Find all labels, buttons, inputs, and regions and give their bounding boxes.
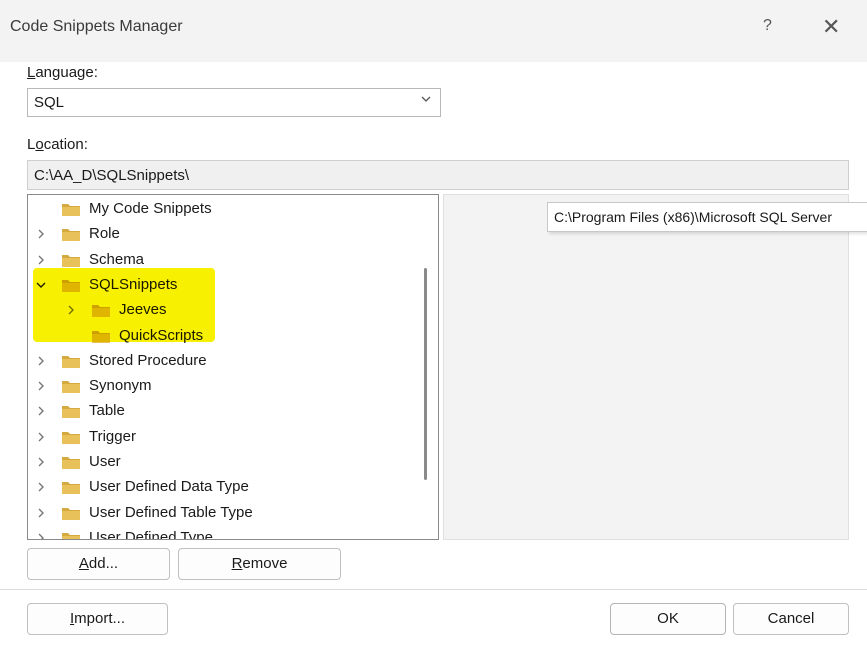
location-label: Location:	[27, 136, 88, 153]
folder-icon	[62, 532, 80, 539]
tree-item[interactable]: Table	[28, 399, 408, 423]
folder-open-icon	[62, 279, 80, 292]
tree-item[interactable]: User Defined Type	[28, 526, 408, 540]
tree-item[interactable]: Synonym	[28, 374, 408, 398]
folder-icon	[62, 431, 80, 444]
tree-item-label: User Defined Table Type	[89, 503, 253, 521]
tree-item[interactable]: User Defined Data Type	[28, 475, 408, 499]
tree-item-label: Table	[89, 402, 125, 420]
chevron-right-icon[interactable]	[35, 456, 47, 468]
chevron-right-icon[interactable]	[35, 532, 47, 540]
tree-item-label: User	[89, 453, 121, 470]
folder-icon	[62, 482, 80, 495]
tree-item[interactable]: Stored Procedure	[28, 349, 408, 373]
folder-icon	[92, 305, 110, 318]
remove-button[interactable]: Remove	[178, 548, 341, 580]
tree-item-label: Jeeves	[119, 301, 167, 319]
description-pane	[443, 194, 849, 540]
tree-item-label: User Defined Data Type	[89, 478, 249, 496]
folder-icon	[62, 254, 80, 267]
folder-icon	[62, 457, 80, 469]
tree-item-label: Synonym	[89, 377, 152, 395]
tree-item-label: User Defined Type	[89, 528, 213, 540]
folder-icon	[62, 507, 80, 520]
tree-item-label: Role	[89, 225, 120, 243]
tree-item[interactable]: Jeeves	[28, 298, 408, 322]
tree-scrollbar-thumb[interactable]	[424, 268, 427, 480]
tree-item[interactable]: User Defined Table Type	[28, 501, 408, 525]
chevron-down-icon[interactable]	[35, 279, 47, 291]
language-select-value: SQL	[34, 94, 65, 111]
tree-item[interactable]: QuickScripts	[28, 324, 408, 348]
chevron-right-icon[interactable]	[35, 355, 47, 367]
chevron-right-icon[interactable]	[35, 431, 47, 443]
folder-icon	[62, 355, 80, 368]
chevron-right-icon[interactable]	[35, 481, 47, 493]
snippet-tree[interactable]: My Code Snippets Role Schema SQLSnippets Jee…	[27, 194, 439, 540]
chevron-right-icon[interactable]	[35, 254, 47, 266]
tree-item[interactable]: Role	[28, 222, 408, 246]
tree-item[interactable]: My Code Snippets	[28, 197, 408, 221]
language-select[interactable]: SQL	[27, 88, 441, 117]
tree-item[interactable]: Trigger	[28, 425, 408, 449]
folder-icon	[62, 229, 80, 242]
tree-item[interactable]: User	[28, 450, 408, 474]
chevron-right-icon[interactable]	[35, 380, 47, 392]
tree-item-label: My Code Snippets	[89, 200, 212, 217]
folder-icon	[92, 330, 110, 343]
chevron-right-icon[interactable]	[35, 405, 47, 417]
path-tooltip: C:\Program Files (x86)\Microsoft SQL Ser…	[547, 202, 867, 232]
tree-item[interactable]: Schema	[28, 248, 408, 272]
cancel-button[interactable]: Cancel	[733, 603, 849, 635]
chevron-right-icon[interactable]	[65, 304, 77, 316]
folder-icon	[62, 381, 80, 394]
language-label: Language:	[27, 64, 98, 81]
tree-item-label: Schema	[89, 250, 145, 268]
tree-item-label: Stored Procedure	[89, 351, 207, 369]
tree-item-label: SQLSnippets	[89, 275, 178, 293]
add-button[interactable]: Add...	[27, 548, 170, 580]
import-button[interactable]: Import...	[27, 603, 168, 635]
help-button[interactable]: ?	[763, 17, 772, 35]
tree-item-label: Trigger	[89, 427, 136, 445]
tree-item-label: QuickScripts	[119, 326, 204, 344]
location-field[interactable]: C:\AA_D\SQLSnippets\	[27, 160, 849, 190]
folder-icon	[62, 406, 80, 419]
window-title: Code Snippets Manager	[10, 18, 183, 35]
folder-icon	[62, 204, 80, 216]
chevron-right-icon[interactable]	[35, 507, 47, 519]
tree-item[interactable]: SQLSnippets	[28, 273, 408, 297]
chevron-down-icon	[421, 96, 431, 102]
chevron-right-icon[interactable]	[35, 228, 47, 240]
footer-separator	[0, 589, 867, 590]
close-button[interactable]: ✕	[822, 14, 840, 40]
ok-button[interactable]: OK	[610, 603, 726, 635]
location-field-value: C:\AA_D\SQLSnippets\	[34, 167, 190, 184]
title-bar: Code Snippets Manager ? ✕	[0, 0, 867, 62]
